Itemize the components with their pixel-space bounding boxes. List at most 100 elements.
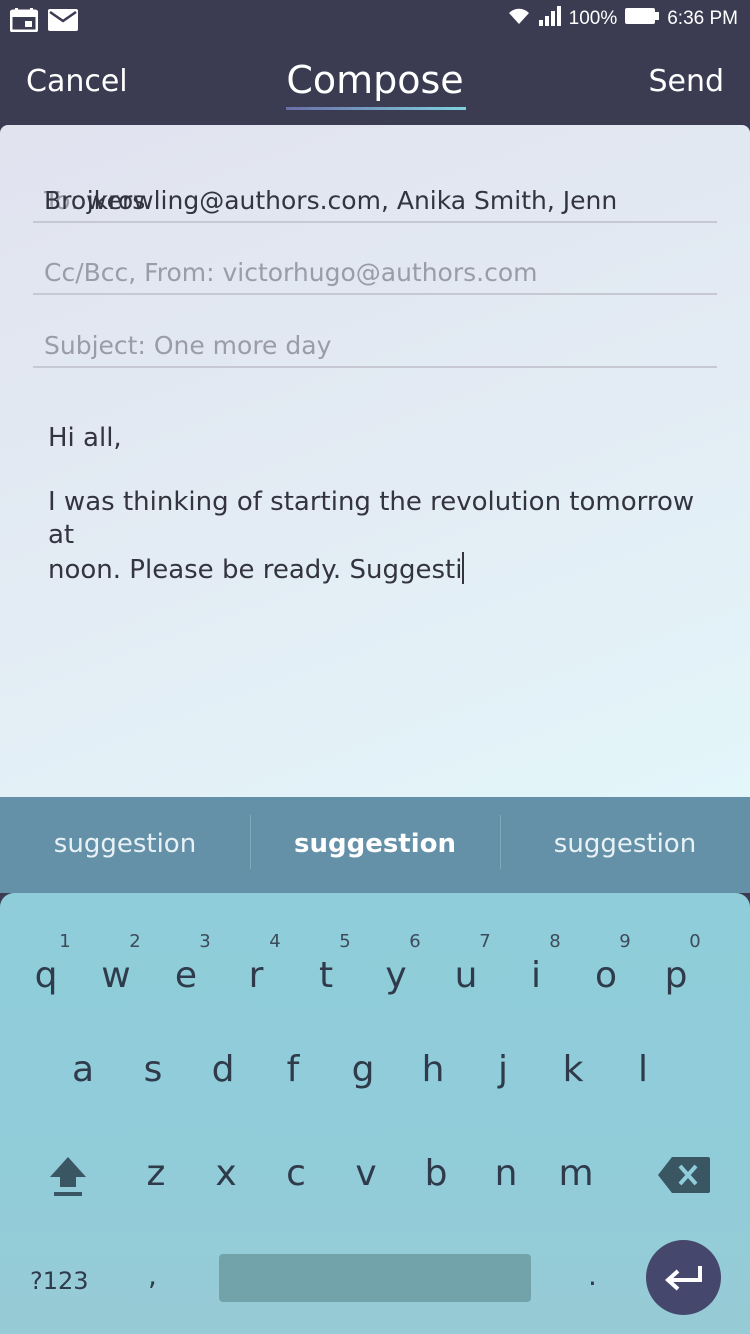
key-z[interactable]: z [121, 1153, 191, 1233]
key-x[interactable]: x [191, 1153, 261, 1233]
key-k[interactable]: k [538, 1049, 608, 1129]
calendar-icon [9, 8, 39, 36]
key-char: c [286, 1153, 306, 1194]
key-char: w [101, 955, 131, 996]
key-char: y [385, 955, 407, 996]
key-g[interactable]: g [328, 1049, 398, 1129]
key-h[interactable]: h [398, 1049, 468, 1129]
status-left [9, 8, 78, 36]
key-char: m [558, 1153, 594, 1194]
key-char: f [286, 1049, 300, 1090]
battery-icon [625, 7, 660, 31]
text-cursor [462, 552, 465, 584]
backspace-key[interactable] [658, 1157, 710, 1193]
key-c[interactable]: c [261, 1153, 331, 1233]
body-greeting: Hi all, [48, 423, 122, 453]
key-number: 2 [129, 931, 141, 952]
key-number: 8 [549, 931, 561, 952]
page-title: Compose [286, 58, 464, 102]
key-p[interactable]: 0p [641, 931, 711, 1011]
send-button[interactable]: Send [648, 64, 724, 99]
enter-key[interactable] [646, 1240, 721, 1315]
shift-key[interactable] [48, 1155, 88, 1197]
message-body[interactable]: Hi all, I was thinking of starting the r… [48, 422, 718, 587]
suggestion-center[interactable]: suggestion [250, 797, 500, 893]
key-i[interactable]: 8i [501, 931, 571, 1011]
backspace-icon [658, 1157, 710, 1193]
clock: 6:36 PM [667, 8, 738, 29]
key-v[interactable]: v [331, 1153, 401, 1233]
key-number: 1 [59, 931, 71, 952]
space-bar[interactable] [219, 1254, 531, 1302]
key-t[interactable]: 5t [291, 931, 361, 1011]
key-char: d [211, 1049, 235, 1090]
key-char: i [530, 955, 541, 996]
key-char: t [318, 955, 334, 996]
key-char: k [562, 1049, 584, 1090]
enter-icon [664, 1265, 702, 1290]
key-o[interactable]: 9o [571, 931, 641, 1011]
period-key[interactable]: . [588, 1259, 597, 1292]
key-number: 3 [199, 931, 211, 952]
keyboard: 1q 2w 3e 4r 5t 6y 7u 8i 9o 0p a s d f g … [0, 893, 750, 1334]
key-n[interactable]: n [471, 1153, 541, 1233]
key-char: b [424, 1153, 448, 1194]
key-char: u [454, 955, 478, 996]
key-number: 4 [269, 931, 281, 952]
body-line-2: noon. Please be ready. Suggesti [48, 555, 463, 585]
key-number: 6 [409, 931, 421, 952]
suggestion-right[interactable]: suggestion [500, 797, 750, 893]
key-char: e [174, 955, 198, 996]
to-value: jkrowling@authors.com, Anika Smith, Jenn… [44, 186, 618, 215]
key-char: l [637, 1049, 648, 1090]
key-u[interactable]: 7u [431, 931, 501, 1011]
wifi-icon [507, 6, 531, 32]
key-number: 9 [619, 931, 631, 952]
mail-icon [48, 9, 78, 35]
key-char: v [355, 1153, 377, 1194]
battery-percent: 100% [568, 8, 618, 29]
key-b[interactable]: b [401, 1153, 471, 1233]
key-char: h [421, 1049, 445, 1090]
suggestion-bar: suggestion suggestion suggestion [0, 797, 750, 893]
subject-label: Subject: One more day [44, 331, 332, 360]
body-line-2-wrap: noon. Please be ready. Suggesti [48, 552, 718, 587]
key-f[interactable]: f [258, 1049, 328, 1129]
key-char: r [248, 955, 264, 996]
key-e[interactable]: 3e [151, 931, 221, 1011]
key-char: a [71, 1049, 95, 1090]
status-bar: 100% 6:36 PM [0, 0, 750, 40]
signal-icon [538, 6, 561, 32]
key-l[interactable]: l [608, 1049, 678, 1129]
title-underline [286, 107, 466, 110]
key-char: n [494, 1153, 518, 1194]
symbols-key[interactable]: ?123 [30, 1267, 89, 1295]
key-m[interactable]: m [541, 1153, 611, 1233]
key-char: g [351, 1049, 375, 1090]
key-s[interactable]: s [118, 1049, 188, 1129]
key-char: j [497, 1049, 508, 1090]
compose-header: Cancel Compose Send [0, 40, 750, 126]
comma-key[interactable]: , [148, 1259, 157, 1292]
key-char: x [215, 1153, 237, 1194]
key-char: o [594, 955, 618, 996]
key-w[interactable]: 2w [81, 931, 151, 1011]
key-number: 0 [689, 931, 701, 952]
shift-icon [50, 1157, 86, 1196]
status-right: 100% 6:36 PM [507, 6, 738, 32]
suggestion-left[interactable]: suggestion [0, 797, 250, 893]
body-line-1: I was thinking of starting the revolutio… [48, 487, 695, 550]
ccbcc-field[interactable]: Cc/Bcc, From: victorhugo@authors.com [33, 223, 717, 295]
to-field[interactable]: To: jkrowling@authors.com, Anika Smith, … [33, 151, 717, 223]
key-r[interactable]: 4r [221, 931, 291, 1011]
compose-form: To: jkrowling@authors.com, Anika Smith, … [0, 125, 750, 797]
subject-field[interactable]: Subject: One more day [33, 296, 717, 368]
key-j[interactable]: j [468, 1049, 538, 1129]
key-number: 5 [339, 931, 351, 952]
key-number: 7 [479, 931, 491, 952]
key-char: q [34, 955, 58, 996]
key-q[interactable]: 1q [11, 931, 81, 1011]
key-a[interactable]: a [48, 1049, 118, 1129]
key-y[interactable]: 6y [361, 931, 431, 1011]
key-d[interactable]: d [188, 1049, 258, 1129]
